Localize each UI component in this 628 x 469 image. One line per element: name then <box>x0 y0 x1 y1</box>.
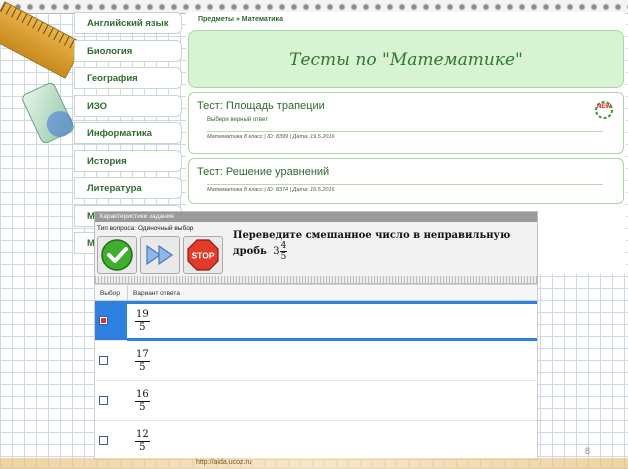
answer-numerator: 16 <box>135 389 150 402</box>
question-text: Переведите смешанное число в неправильну… <box>233 230 537 262</box>
test-card-trapezoid[interactable]: Тест: Площадь трапеции Выбери верный отв… <box>188 92 624 154</box>
test-card-equations[interactable]: Тест: Решение уравнений Математика 8 кла… <box>188 158 624 204</box>
test-title[interactable]: Тест: Решение уравнений <box>197 166 329 178</box>
answer-checkbox[interactable] <box>99 436 108 445</box>
answer-denominator: 5 <box>139 442 146 453</box>
test-description: Выбери верный ответ <box>207 117 268 123</box>
answer-row[interactable]: 17 5 <box>95 341 537 381</box>
test-meta: Математика 8 класс | ID: 8374 | Дата: 16… <box>207 187 335 193</box>
answer-checkbox[interactable] <box>99 356 108 365</box>
answer-numerator: 17 <box>135 349 150 362</box>
menu-item-literature[interactable]: Литература <box>74 177 182 199</box>
column-divider <box>127 285 128 300</box>
mixed-denominator: 5 <box>280 252 287 262</box>
answer-row[interactable]: 16 5 <box>95 381 537 421</box>
page-title: Тесты по "Математике" <box>289 50 523 70</box>
footer-bar <box>0 458 628 469</box>
answer-checkbox[interactable] <box>99 316 108 325</box>
mixed-number: 3 4 5 <box>273 241 288 262</box>
answer-denominator: 5 <box>139 322 146 333</box>
answer-denominator: 5 <box>139 402 146 413</box>
answer-ok-button[interactable] <box>97 236 137 274</box>
check-icon <box>101 239 133 271</box>
answer-checkbox[interactable] <box>99 396 108 405</box>
question-type: Тип вопроса: Одиночный выбор <box>97 225 194 232</box>
answer-numerator: 12 <box>135 429 150 442</box>
page-number: 8 <box>585 446 591 456</box>
svg-text:STOP: STOP <box>192 251 215 261</box>
answer-row[interactable]: 12 5 <box>95 421 537 459</box>
dialog-title[interactable]: Характеристики задания <box>95 212 537 222</box>
answer-fraction: 17 5 <box>135 349 150 374</box>
menu-item-history[interactable]: История <box>74 149 182 172</box>
divider <box>207 131 603 132</box>
menu-item-geography[interactable]: География <box>74 67 182 89</box>
menu-item-art[interactable]: ИЗО <box>74 94 182 117</box>
svg-text:NEW: NEW <box>597 104 611 110</box>
stop-test-button[interactable]: STOP <box>183 236 223 274</box>
header-variant: Вариант ответа <box>133 290 180 297</box>
breadcrumb[interactable]: Предметы » Математика <box>198 16 283 23</box>
task-dialog: Характеристики задания Тип вопроса: Один… <box>94 211 538 284</box>
eraser-tip-icon <box>42 106 78 142</box>
mixed-fraction: 4 5 <box>279 241 288 262</box>
stop-sign-icon: STOP <box>187 239 219 271</box>
test-meta: Математика 8 класс | ID: 8399 | Дата: 19… <box>207 134 335 140</box>
next-question-button[interactable] <box>140 236 180 274</box>
menu-item-english[interactable]: Английский язык <box>74 12 182 34</box>
fast-forward-icon <box>146 244 174 266</box>
test-title[interactable]: Тест: Площадь трапеции <box>197 100 325 112</box>
menu-item-biology[interactable]: Биология <box>74 39 182 62</box>
answers-header: Выбор Вариант ответа <box>95 285 537 301</box>
menu-item-informatics[interactable]: Информатика <box>74 122 182 144</box>
eraser-decoration <box>20 80 78 146</box>
answer-fraction: 19 5 <box>135 309 150 334</box>
header-select: Выбор <box>100 290 120 297</box>
footer-url[interactable]: http://aida.ucoz.ru <box>196 459 252 466</box>
answer-fraction: 16 5 <box>135 389 150 414</box>
answer-row[interactable]: 19 5 <box>95 301 537 341</box>
answer-denominator: 5 <box>139 362 146 373</box>
answer-fraction: 12 5 <box>135 429 150 454</box>
mixed-numerator: 4 <box>279 241 288 252</box>
divider <box>207 184 603 185</box>
new-badge-icon: NEW <box>595 101 613 119</box>
resize-grip[interactable] <box>95 276 537 283</box>
page-header: Тесты по "Математике" <box>188 30 624 88</box>
answer-numerator: 19 <box>135 309 150 322</box>
answers-table: Выбор Вариант ответа 19 5 17 5 16 5 12 5 <box>94 284 538 460</box>
